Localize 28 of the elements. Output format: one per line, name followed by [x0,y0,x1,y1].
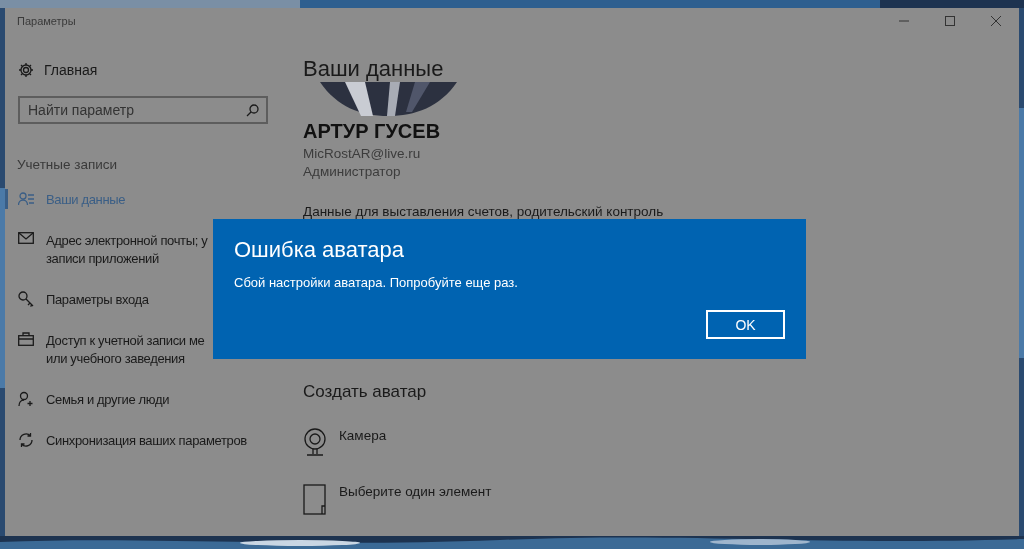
user-role: Администратор [303,164,402,179]
avatar-option[interactable]: Камера [303,428,1019,458]
user-name: АРТУР ГУСЕВ [303,120,442,143]
section-heading: Создать аватар [303,382,428,402]
person-list-icon [18,191,34,207]
mail-icon [18,232,34,244]
key-icon [18,291,34,307]
window-title: Параметры [17,15,77,27]
sidebar-item[interactable]: Семья и другие люди [5,386,303,414]
home-link[interactable]: Главная [18,61,303,79]
info-text: Данные для выставления счетов, родительский контроль [303,204,665,219]
folder-icon [303,484,327,516]
search-icon [246,104,259,117]
webcam-icon [303,428,327,458]
person-add-icon [18,391,34,407]
dialog-title: Ошибка аватара [234,237,406,263]
briefcase-icon [18,332,34,346]
section-heading: Учетные записи [17,157,119,172]
search-field[interactable]: Найти параметр [18,96,268,124]
dialog-message: Сбой настройки аватара. Попробуйте еще раз. [234,275,519,290]
gear-icon [18,62,34,78]
user-email: MicRostAR@live.ru [303,146,422,161]
ok-button[interactable]: OK [706,310,785,339]
sync-icon [18,432,34,448]
avatar-option[interactable]: Выберите один элемент [303,484,1019,516]
sidebar-item[interactable]: Доступ к учетной записи ме или учебного заведения [5,327,303,373]
page-title: Ваши данные [303,56,445,82]
sidebar-item[interactable]: Синхронизация ваших параметров [5,427,303,455]
